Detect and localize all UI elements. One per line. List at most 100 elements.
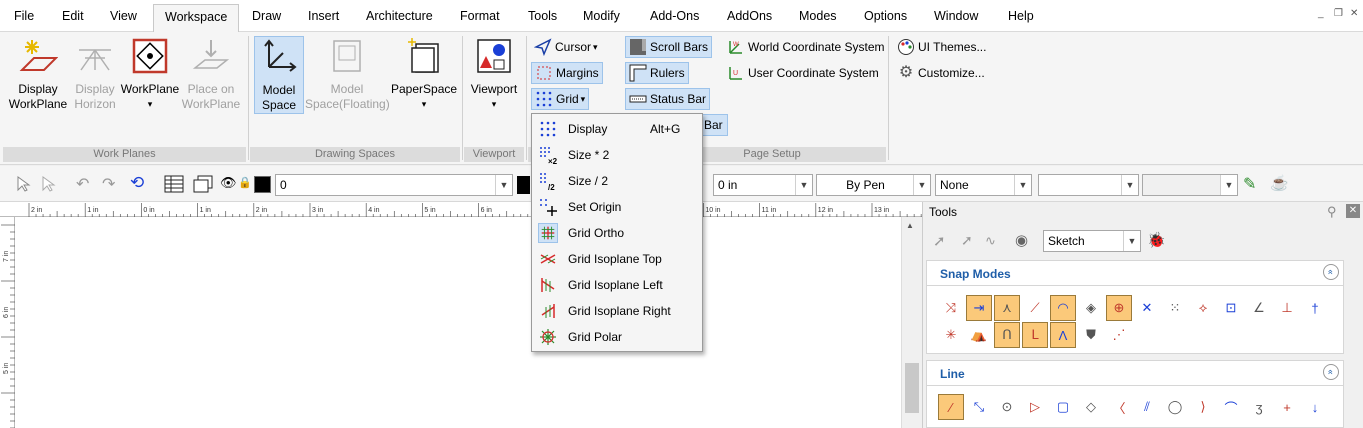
snap-modes-header[interactable]: Snap Modes: [926, 260, 1344, 286]
layers-stack-icon[interactable]: [192, 175, 214, 193]
minimize-icon[interactable]: _: [1318, 8, 1324, 19]
chevron-down-icon[interactable]: ▼: [1014, 175, 1031, 195]
collapse-icon[interactable]: «: [1323, 364, 1339, 380]
center-snap-icon[interactable]: ⟋: [1022, 295, 1048, 321]
menu-draw[interactable]: Draw: [252, 9, 281, 23]
menu-format[interactable]: Format: [460, 9, 500, 23]
arc-center-snap-icon[interactable]: ◠: [1050, 295, 1076, 321]
arc-tool-icon[interactable]: ⟩: [1190, 394, 1216, 420]
customize-button[interactable]: ⚙ Customize...: [894, 62, 988, 84]
pen-combo[interactable]: By Pen ▼: [816, 174, 931, 196]
grid-menu-isoplane-top[interactable]: Grid Isoplane Top: [534, 246, 700, 271]
chevron-down-icon[interactable]: ▼: [495, 175, 512, 195]
ui-themes-button[interactable]: UI Themes...: [894, 36, 989, 58]
line-header[interactable]: Line: [926, 360, 1344, 386]
layer-color-swatch[interactable]: [254, 176, 271, 193]
cross-snap-icon[interactable]: †: [1302, 295, 1328, 321]
tangent-snap-icon[interactable]: ⟡: [1190, 295, 1216, 321]
menu-options[interactable]: Options: [864, 9, 907, 23]
lock-icon[interactable]: 🔒: [238, 176, 252, 189]
eye-icon[interactable]: 👁: [220, 175, 237, 191]
close-icon[interactable]: ✕: [1350, 8, 1358, 19]
rulers-button[interactable]: Rulers: [625, 62, 689, 84]
line-style-combo[interactable]: ▼: [1038, 174, 1139, 196]
menu-modes[interactable]: Modes: [799, 9, 837, 23]
arrow-down-icon[interactable]: ↓: [1302, 394, 1328, 420]
scrollbar-thumb[interactable]: [905, 363, 919, 413]
workplane-button[interactable]: WorkPlane ▾: [120, 36, 180, 112]
quadrant-snap-icon[interactable]: ◈: [1078, 295, 1104, 321]
chevron-tool-icon[interactable]: 〈: [1106, 394, 1132, 420]
redo-icon[interactable]: ↷: [102, 174, 115, 194]
menu-view[interactable]: View: [110, 9, 137, 23]
attribute-painter-icon[interactable]: ☕: [1270, 174, 1289, 192]
grid-menu-size-double[interactable]: ×2 Size * 2: [534, 142, 700, 167]
close-icon[interactable]: ✕: [1346, 204, 1360, 218]
undo-icon[interactable]: ↶: [76, 174, 89, 194]
centroid-snap-icon[interactable]: ⊕: [1106, 295, 1132, 321]
dashed-line-snap-icon[interactable]: ⋰: [1106, 322, 1132, 348]
midpoint-snap-icon[interactable]: ⇥: [966, 295, 992, 321]
layer-combo[interactable]: 0 ▼: [275, 174, 513, 196]
corner-snap-icon[interactable]: Ⅼ: [1022, 322, 1048, 348]
angle-line-icon[interactable]: ⤡: [966, 394, 992, 420]
chevron-down-icon[interactable]: ▼: [1123, 231, 1140, 251]
margins-button[interactable]: Margins: [531, 62, 603, 84]
grid-menu-set-origin[interactable]: Set Origin: [534, 194, 700, 219]
eyedropper-icon[interactable]: ✎: [1243, 174, 1256, 194]
circle-tool-icon[interactable]: ◯: [1162, 394, 1188, 420]
eraser-icon[interactable]: ◉: [1015, 231, 1028, 249]
menu-addons[interactable]: AddOns: [727, 9, 772, 23]
chevron-down-icon[interactable]: ▼: [795, 175, 812, 195]
menu-insert[interactable]: Insert: [308, 9, 339, 23]
grid-snap-icon[interactable]: ⁙: [1162, 295, 1188, 321]
arc-snap-icon[interactable]: Ո: [994, 322, 1020, 348]
menu-architecture[interactable]: Architecture: [366, 9, 433, 23]
place-on-workplane-button[interactable]: Place on WorkPlane: [180, 36, 242, 112]
spiral-tool-icon[interactable]: ʒ: [1246, 394, 1272, 420]
toolbar-bar-button[interactable]: Bar: [699, 114, 728, 136]
model-space-floating-button[interactable]: Model Space(Floating): [305, 36, 390, 112]
display-horizon-button[interactable]: Display Horizon: [70, 36, 120, 112]
select-arrow-icon[interactable]: ➚: [933, 232, 946, 250]
menu-window[interactable]: Window: [934, 9, 978, 23]
ladybug-icon[interactable]: 🐞: [1147, 231, 1166, 249]
menu-help[interactable]: Help: [1008, 9, 1034, 23]
restore-icon[interactable]: ❐: [1334, 8, 1343, 19]
select-node-icon[interactable]: [40, 176, 56, 192]
angle-snap-icon[interactable]: ∠: [1246, 295, 1272, 321]
tangent-circle-icon[interactable]: ⊙: [994, 394, 1020, 420]
select-node-icon[interactable]: ➚: [961, 232, 973, 249]
intersection-snap-icon[interactable]: ⋏: [994, 295, 1020, 321]
model-space-button[interactable]: Model Space: [254, 36, 304, 114]
diamond-tool-icon[interactable]: ◇: [1078, 394, 1104, 420]
menu-add-ons[interactable]: Add-Ons: [650, 9, 699, 23]
grid-menu-size-half[interactable]: /2 Size / 2: [534, 168, 700, 193]
line-color-swatch[interactable]: [517, 176, 530, 194]
pattern-combo[interactable]: None ▼: [935, 174, 1032, 196]
normal-snap-icon[interactable]: ⊥: [1274, 295, 1300, 321]
all-snap-icon[interactable]: ✳: [938, 322, 964, 348]
display-workplane-button[interactable]: Display WorkPlane: [6, 36, 70, 112]
user-coordinate-system-button[interactable]: U User Coordinate System: [724, 62, 882, 84]
paper-space-button[interactable]: PaperSpace ▾: [391, 36, 457, 112]
grid-menu-grid-polar[interactable]: Grid Polar: [534, 324, 700, 349]
rectangle-tool-icon[interactable]: ▢: [1050, 394, 1076, 420]
viewport-button[interactable]: Viewport ▾: [466, 36, 522, 112]
chevron-down-icon[interactable]: ▼: [1121, 175, 1138, 195]
menu-file[interactable]: File: [14, 9, 34, 23]
triangle-tool-icon[interactable]: ▷: [1022, 394, 1048, 420]
scroll-up-icon[interactable]: ▲: [906, 221, 914, 230]
face-snap-icon[interactable]: ⊡: [1218, 295, 1244, 321]
world-coordinate-system-button[interactable]: W World Coordinate System: [724, 36, 888, 58]
angle-lock-snap-icon[interactable]: Λ: [1050, 322, 1076, 348]
chevron-down-icon[interactable]: ▼: [913, 175, 930, 195]
parallel-line-icon[interactable]: ⫽: [1134, 394, 1160, 420]
menu-workspace[interactable]: Workspace: [153, 4, 240, 32]
lasso-icon[interactable]: ⟲: [130, 173, 144, 193]
endpoint-snap-icon[interactable]: ⤨: [938, 295, 964, 321]
thickness-combo[interactable]: 0 in ▼: [713, 174, 813, 196]
cursor-button[interactable]: Cursor ▾: [531, 36, 601, 58]
select-arrow-icon[interactable]: [15, 176, 31, 192]
grid-menu-display[interactable]: Display Alt+G: [534, 116, 700, 141]
